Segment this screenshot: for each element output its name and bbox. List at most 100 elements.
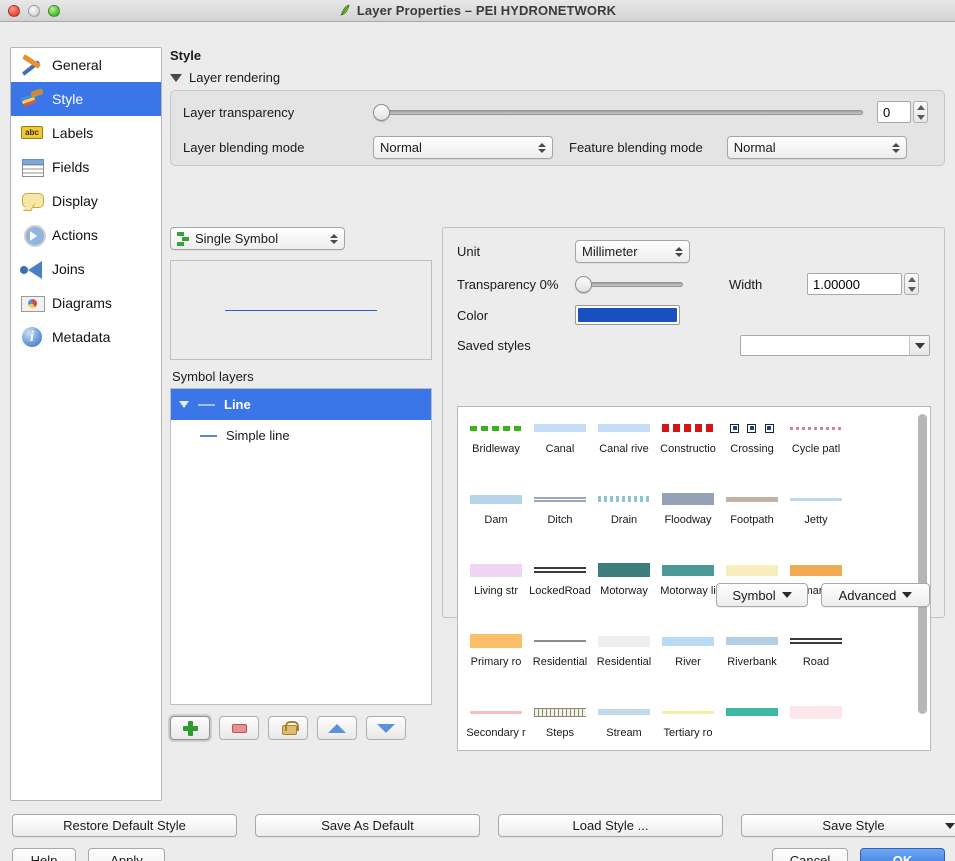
style-item-label: LockedRoad — [529, 585, 591, 597]
style-gallery-item[interactable]: Steps — [528, 699, 592, 751]
sidebar-item-general[interactable]: General — [11, 48, 161, 82]
sidebar-item-style[interactable]: Style — [11, 82, 161, 116]
spinner-arrows[interactable] — [904, 273, 919, 295]
width-input[interactable] — [807, 273, 902, 295]
renderer-type-select[interactable]: Single Symbol — [170, 227, 345, 250]
style-gallery-grid[interactable]: BridlewayCanalCanal riveConstructioCross… — [458, 407, 913, 751]
sidebar-item-label: Fields — [52, 159, 89, 175]
width-spinbox[interactable] — [807, 273, 919, 295]
footer-left-buttons: Help Apply — [12, 848, 165, 861]
style-gallery-item[interactable]: Dam — [464, 486, 528, 557]
gallery-scrollbar[interactable] — [917, 410, 928, 749]
symbol-menu-button[interactable]: Symbol — [716, 583, 808, 607]
unit-select[interactable]: Millimeter — [575, 240, 690, 263]
style-gallery-item[interactable]: Constructio — [656, 415, 720, 486]
apply-button[interactable]: Apply — [88, 848, 165, 861]
tree-row[interactable]: Simple line — [171, 420, 431, 451]
style-symbol-preview — [788, 486, 844, 512]
sidebar-item-joins[interactable]: Joins — [11, 252, 161, 286]
layer-rendering-group-header[interactable]: Layer rendering — [170, 70, 945, 85]
advanced-menu-button[interactable]: Advanced — [821, 583, 930, 607]
style-gallery-item[interactable]: Jetty — [784, 486, 848, 557]
style-gallery-item[interactable]: Bridleway — [464, 415, 528, 486]
style-gallery-item[interactable]: Cycle patl — [784, 415, 848, 486]
ok-button[interactable]: OK — [860, 848, 945, 861]
restore-default-style-button[interactable]: Restore Default Style — [12, 814, 237, 837]
chevron-down-icon[interactable] — [909, 336, 929, 355]
footer-right-buttons: Cancel OK — [772, 848, 945, 861]
sidebar-item-labels[interactable]: abc Labels — [11, 116, 161, 150]
save-as-default-label: Save As Default — [321, 818, 414, 833]
tree-item-label: Line — [224, 397, 251, 412]
style-gallery-item[interactable]: Riverbank — [720, 628, 784, 699]
style-gallery-item[interactable]: Road — [784, 628, 848, 699]
style-gallery-item[interactable]: Floodway — [656, 486, 720, 557]
style-panel: Style Layer rendering Layer transparency… — [170, 44, 945, 801]
chevron-down-icon[interactable] — [170, 74, 182, 82]
tree-row[interactable]: Line — [171, 389, 431, 420]
style-item-label: Canal — [529, 443, 591, 455]
settings-sidebar[interactable]: General Style abc Labels Fields Display … — [10, 47, 162, 801]
style-gallery-item[interactable]: Motorway li — [656, 557, 720, 628]
style-gallery-item[interactable]: Drain — [592, 486, 656, 557]
style-item-label: Cycle patl — [785, 443, 847, 455]
style-gallery-item[interactable]: Tertiary ro — [656, 699, 720, 751]
sidebar-item-fields[interactable]: Fields — [11, 150, 161, 184]
style-item-label: Steps — [529, 727, 591, 739]
style-symbol-preview — [532, 557, 588, 583]
style-gallery-item[interactable]: Footpath — [720, 486, 784, 557]
style-gallery-item[interactable]: Stream — [592, 699, 656, 751]
feature-blending-mode-label: Feature blending mode — [569, 140, 703, 155]
style-gallery-item[interactable]: LockedRoad — [528, 557, 592, 628]
style-gallery-item[interactable]: Residential — [528, 628, 592, 699]
layer-transparency-input[interactable] — [877, 101, 911, 123]
symbol-properties-panel: Unit Millimeter Transparency 0% Width — [442, 227, 945, 618]
style-gallery-item[interactable] — [784, 699, 848, 751]
style-gallery-item[interactable]: Primary ro — [464, 628, 528, 699]
symbol-layers-tree[interactable]: Line Simple line — [170, 388, 432, 705]
style-gallery-item[interactable]: Secondary r — [464, 699, 528, 751]
style-gallery-item[interactable]: Living str — [464, 557, 528, 628]
scrollbar-thumb[interactable] — [918, 414, 927, 714]
layer-blending-mode-select[interactable]: Normal — [373, 136, 553, 159]
cancel-button[interactable]: Cancel — [772, 848, 848, 861]
save-as-default-button[interactable]: Save As Default — [255, 814, 480, 837]
move-layer-down-button[interactable] — [366, 716, 406, 740]
slider-knob[interactable] — [575, 276, 592, 293]
style-gallery-item[interactable]: Canal rive — [592, 415, 656, 486]
sidebar-item-display[interactable]: Display — [11, 184, 161, 218]
load-style-button[interactable]: Load Style ... — [498, 814, 723, 837]
advanced-menu-label: Advanced — [839, 588, 897, 603]
lock-icon — [282, 721, 295, 735]
sidebar-item-diagrams[interactable]: Diagrams — [11, 286, 161, 320]
style-gallery[interactable]: BridlewayCanalCanal riveConstructioCross… — [457, 406, 931, 572]
style-item-label: River — [657, 656, 719, 668]
style-symbol-preview — [660, 486, 716, 512]
sidebar-item-metadata[interactable]: Metadata — [11, 320, 161, 354]
layer-transparency-spinbox[interactable] — [877, 101, 928, 123]
remove-symbol-layer-button[interactable] — [219, 716, 259, 740]
save-style-button[interactable]: Save Style — [741, 814, 955, 837]
style-gallery-item[interactable]: River — [656, 628, 720, 699]
layer-transparency-slider[interactable] — [373, 104, 863, 120]
move-layer-up-button[interactable] — [317, 716, 357, 740]
chevron-down-icon[interactable] — [179, 401, 189, 408]
style-gallery-item[interactable]: Crossing — [720, 415, 784, 486]
symbol-transparency-slider[interactable] — [575, 276, 683, 292]
help-button[interactable]: Help — [12, 848, 76, 861]
style-gallery-item[interactable]: Motorway — [592, 557, 656, 628]
style-gallery-viewport[interactable]: BridlewayCanalCanal riveConstructioCross… — [457, 406, 931, 751]
style-gallery-item[interactable]: Ditch — [528, 486, 592, 557]
feature-blending-mode-select[interactable]: Normal — [727, 136, 907, 159]
add-symbol-layer-button[interactable] — [170, 716, 210, 740]
slider-knob[interactable] — [373, 104, 390, 121]
lock-layer-colors-button[interactable] — [268, 716, 308, 740]
style-symbol-preview — [724, 628, 780, 654]
color-swatch-button[interactable] — [575, 305, 680, 325]
sidebar-item-actions[interactable]: Actions — [11, 218, 161, 252]
style-gallery-item[interactable]: Canal — [528, 415, 592, 486]
spinner-arrows[interactable] — [913, 101, 928, 123]
style-gallery-item[interactable] — [720, 699, 784, 751]
style-gallery-item[interactable]: Residential — [592, 628, 656, 699]
saved-styles-select[interactable] — [740, 335, 930, 356]
